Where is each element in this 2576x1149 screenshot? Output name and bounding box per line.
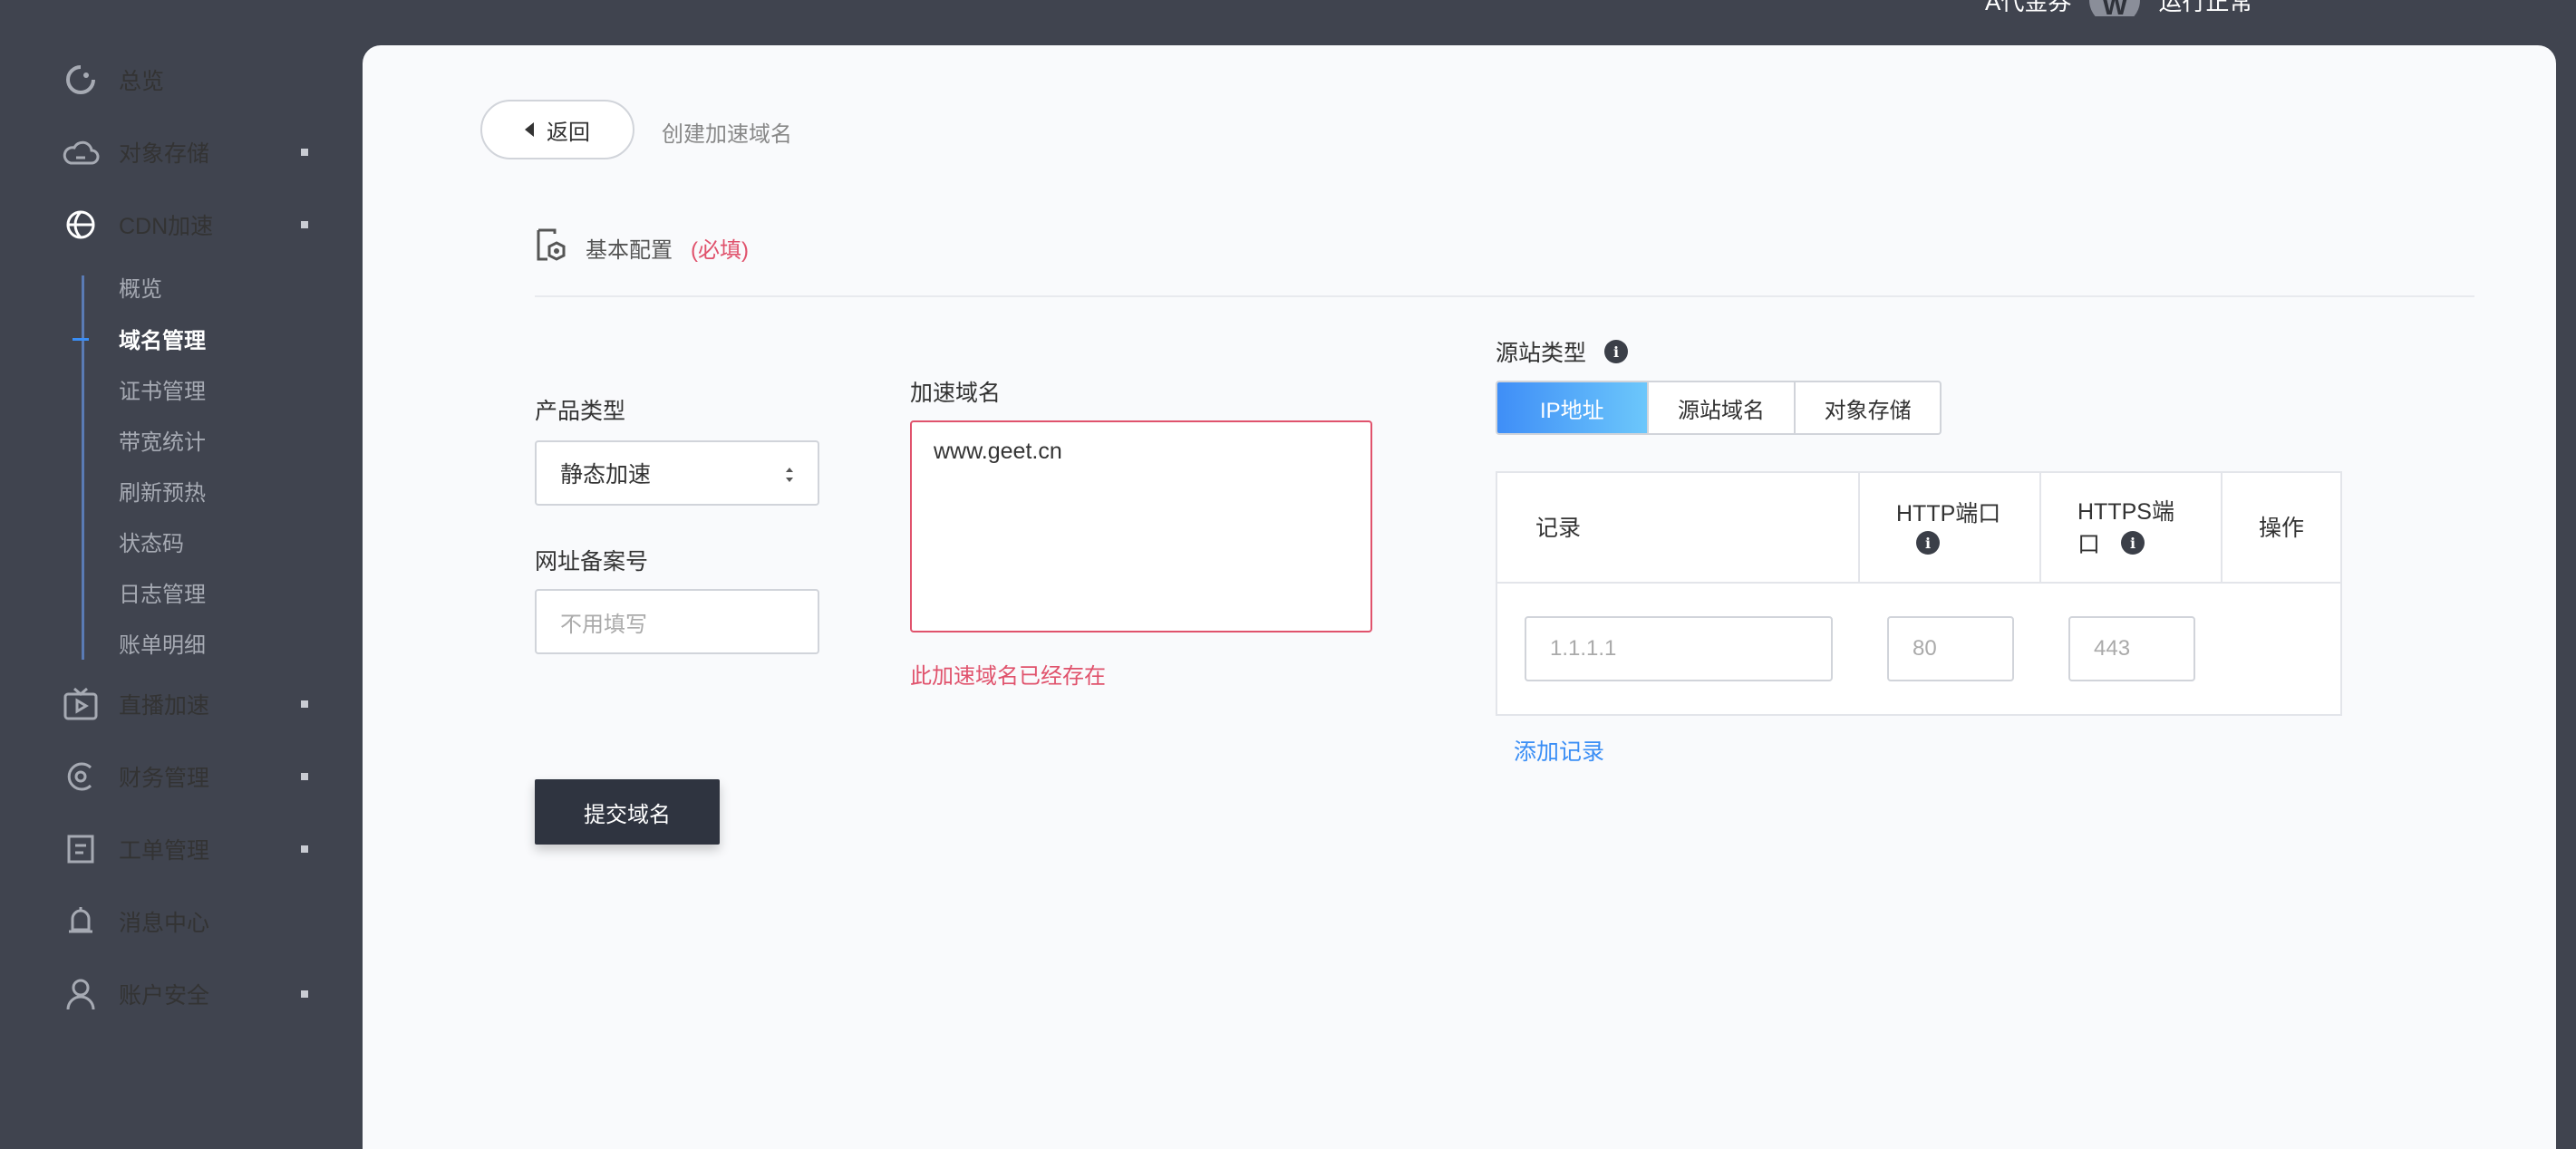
section-title: 基本配置 xyxy=(586,238,673,263)
sidebar-item-tickets[interactable]: 工单管理 xyxy=(0,822,363,876)
info-icon[interactable]: i xyxy=(1916,531,1940,555)
column-divider xyxy=(1858,473,1860,584)
subnav-billing[interactable]: 账单明细 xyxy=(119,623,206,662)
origin-type-row: 源站类型 i xyxy=(1496,335,1629,368)
origin-records-table: 记录 HTTP端口 i HTTPS端 口 i 操作 1.1.1.1 80 443 xyxy=(1496,471,2342,716)
account-label[interactable]: 运行正常 xyxy=(2158,0,2252,16)
column-divider xyxy=(2221,473,2223,584)
info-icon[interactable]: i xyxy=(2121,531,2145,555)
subnav-overview[interactable]: 概览 xyxy=(119,266,162,306)
breadcrumb: 创建加速域名 xyxy=(662,122,792,147)
subnav-bandwidth[interactable]: 带宽统计 xyxy=(119,420,206,459)
tv-icon xyxy=(62,685,100,723)
subnav-refresh-preheat[interactable]: 刷新预热 xyxy=(119,470,206,510)
config-icon xyxy=(535,227,569,269)
submenu-line xyxy=(82,275,84,660)
sidebar-item-account-security[interactable]: 账户安全 xyxy=(0,967,363,1021)
caret-left-icon xyxy=(525,122,534,137)
avatar[interactable]: W xyxy=(2089,0,2141,16)
expand-indicator xyxy=(301,990,308,998)
product-type-select[interactable]: 静态加速 xyxy=(535,440,819,506)
subnav-domain-management[interactable]: 域名管理 xyxy=(119,318,206,358)
subnav-status-codes[interactable]: 状态码 xyxy=(119,521,184,561)
sidebar-item-label: 对象存储 xyxy=(119,141,210,167)
add-record-link[interactable]: 添加记录 xyxy=(1514,734,1604,767)
expand-indicator xyxy=(301,845,308,853)
subnav-logs[interactable]: 日志管理 xyxy=(119,572,206,612)
cloud-icon xyxy=(62,133,100,171)
header-https-port: HTTPS端 xyxy=(2077,499,2174,525)
sidebar-item-label: 消息中心 xyxy=(119,911,210,936)
expand-indicator xyxy=(301,773,308,780)
ticket-icon xyxy=(62,830,100,868)
section-header: 基本配置 (必填) xyxy=(535,227,749,269)
product-type-label: 产品类型 xyxy=(535,399,626,424)
sidebar-item-label: 直播加速 xyxy=(119,693,210,719)
sidebar-item-overview[interactable]: 总览 xyxy=(0,53,363,107)
ip-record-input[interactable]: 1.1.1.1 xyxy=(1525,616,1833,681)
sidebar-item-live[interactable]: 直播加速 xyxy=(0,677,363,731)
domain-textarea[interactable]: www.geet.cn xyxy=(910,420,1372,632)
sidebar-item-cdn[interactable]: CDN加速 xyxy=(0,198,363,252)
sidebar-item-label: 账户安全 xyxy=(119,983,210,1009)
required-note: (必填) xyxy=(691,238,749,263)
select-arrows-icon xyxy=(783,462,796,488)
info-icon[interactable]: i xyxy=(1604,340,1629,363)
product-type-value: 静态加速 xyxy=(560,462,652,488)
back-label: 返回 xyxy=(547,120,590,145)
header-https-port-line2: 口 xyxy=(2077,532,2101,557)
finance-icon xyxy=(62,758,100,796)
top-bar: A代金券 W 运行正常 xyxy=(1985,0,2252,16)
top-user-text[interactable]: A代金券 xyxy=(1985,0,2071,16)
column-divider xyxy=(2039,473,2041,584)
sidebar: 总览 对象存储 CDN加速 概览 域名管理 证书管理 带宽统计 刷新预热 状态码… xyxy=(0,0,363,1149)
tab-ip-address[interactable]: IP地址 xyxy=(1497,382,1647,433)
header-http-port: HTTP端口 xyxy=(1896,501,2001,526)
expand-indicator xyxy=(301,149,308,156)
loading-circle-icon xyxy=(62,61,100,99)
icp-label: 网址备案号 xyxy=(535,549,649,574)
submit-domain-button[interactable]: 提交域名 xyxy=(535,779,720,845)
domain-error-message: 此加速域名已经存在 xyxy=(910,664,1106,689)
bell-icon xyxy=(62,903,100,941)
expand-indicator xyxy=(301,221,308,228)
tab-origin-domain[interactable]: 源站域名 xyxy=(1646,382,1795,433)
sidebar-item-label: 财务管理 xyxy=(119,766,210,791)
sidebar-item-label: CDN加速 xyxy=(119,214,214,239)
http-port-input[interactable]: 80 xyxy=(1887,616,2014,681)
expand-indicator xyxy=(301,700,308,708)
tab-object-storage[interactable]: 对象存储 xyxy=(1794,382,1940,433)
sidebar-item-label: 工单管理 xyxy=(119,838,210,864)
header-record: 记录 xyxy=(1535,516,1582,541)
subnav-certificates[interactable]: 证书管理 xyxy=(119,369,206,409)
sidebar-item-messages[interactable]: 消息中心 xyxy=(0,894,363,949)
main-panel: 返回 创建加速域名 基本配置 (必填) 产品类型 静态加速 网址备案号 不用填写… xyxy=(363,45,2556,1149)
sidebar-item-object-storage[interactable]: 对象存储 xyxy=(0,125,363,179)
globe-icon xyxy=(62,206,100,244)
domain-label: 加速域名 xyxy=(910,381,1002,406)
sidebar-item-finance[interactable]: 财务管理 xyxy=(0,749,363,804)
user-icon xyxy=(62,975,100,1013)
origin-type-label: 源站类型 xyxy=(1496,341,1587,366)
icp-input[interactable]: 不用填写 xyxy=(535,589,819,654)
sidebar-item-label: 总览 xyxy=(119,69,165,94)
submenu-active-marker xyxy=(73,338,89,341)
back-button[interactable]: 返回 xyxy=(480,100,634,159)
origin-type-tabs: IP地址 源站域名 对象存储 xyxy=(1496,381,1942,435)
https-port-input[interactable]: 443 xyxy=(2068,616,2195,681)
section-divider xyxy=(535,295,2474,297)
header-actions: 操作 xyxy=(2259,516,2305,541)
